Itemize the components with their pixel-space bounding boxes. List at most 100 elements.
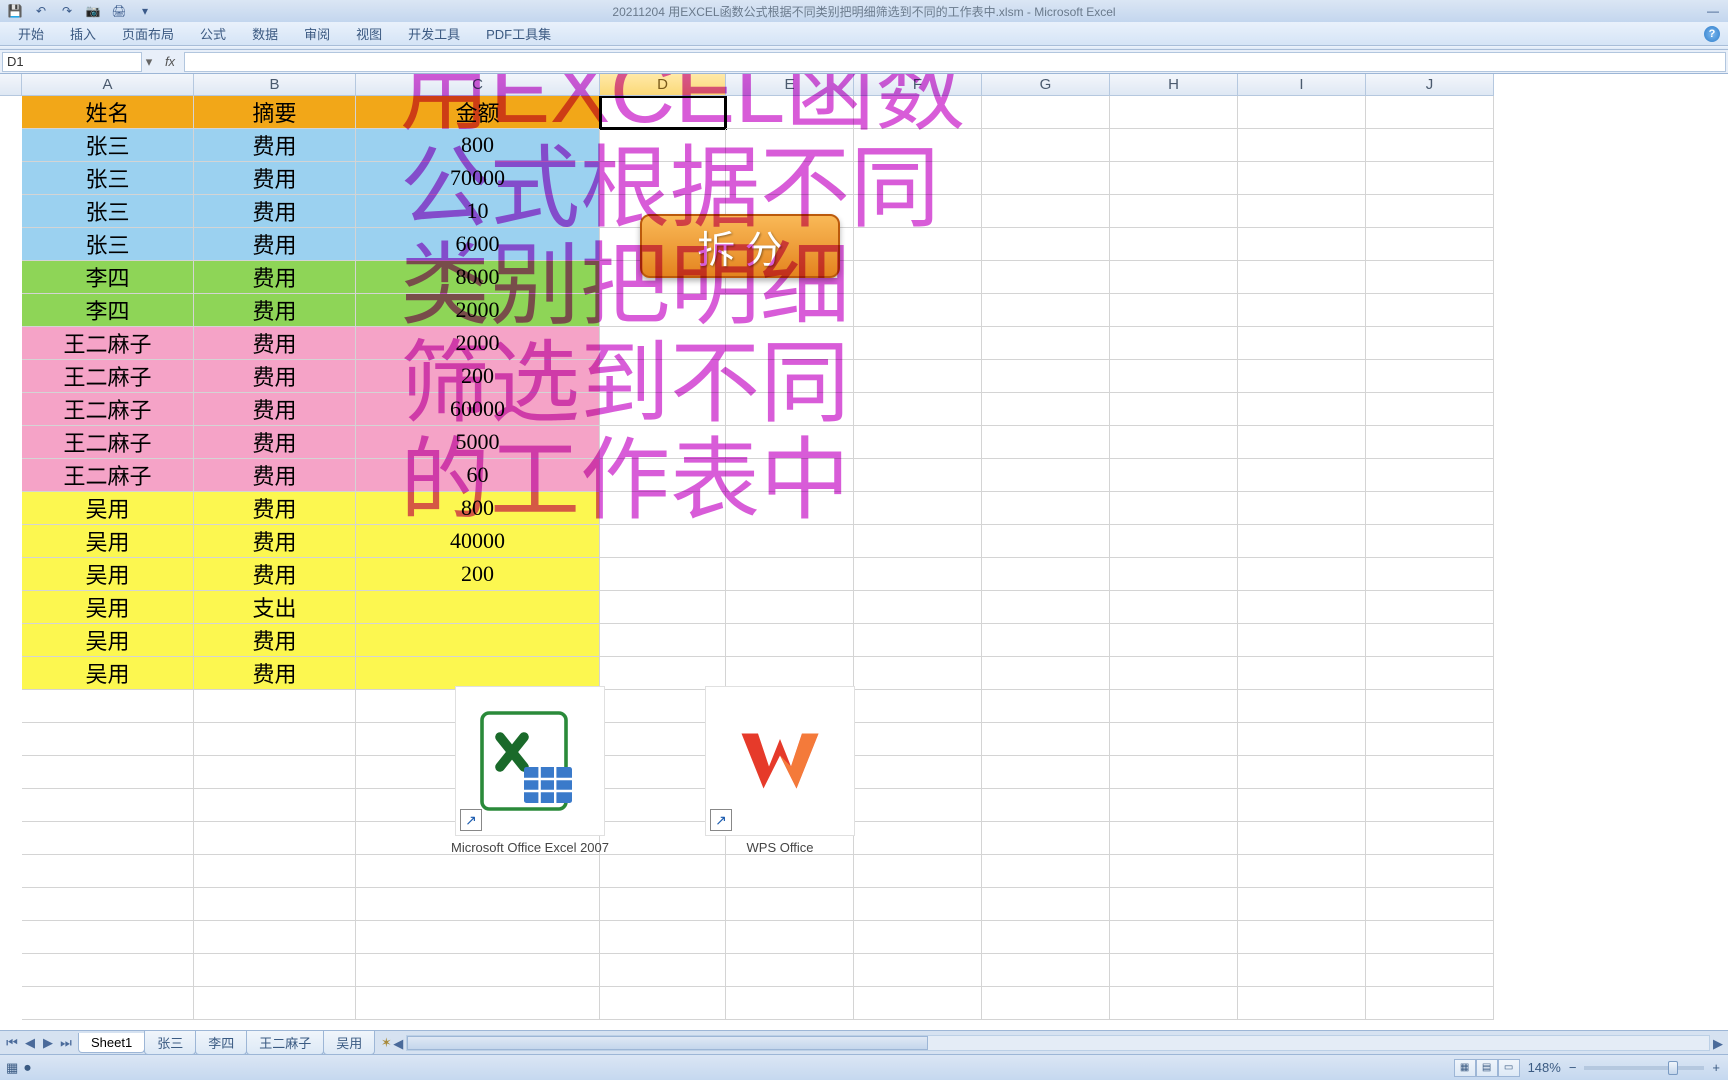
cell[interactable] xyxy=(982,426,1110,459)
cell[interactable] xyxy=(982,723,1110,756)
cell[interactable] xyxy=(982,789,1110,822)
col-header-A[interactable]: A xyxy=(22,74,194,96)
cell[interactable] xyxy=(1238,393,1366,426)
cell[interactable] xyxy=(854,624,982,657)
cell[interactable] xyxy=(600,855,726,888)
cell[interactable] xyxy=(982,459,1110,492)
cell[interactable] xyxy=(854,525,982,558)
cell[interactable] xyxy=(1238,591,1366,624)
cell[interactable] xyxy=(1366,756,1494,789)
cell[interactable] xyxy=(194,888,356,921)
cell[interactable] xyxy=(1366,360,1494,393)
cell[interactable] xyxy=(1238,492,1366,525)
cell[interactable]: 费用 xyxy=(194,624,356,657)
cell[interactable] xyxy=(854,96,982,129)
cell[interactable] xyxy=(1238,987,1366,1020)
cell[interactable]: 吴用 xyxy=(22,624,194,657)
cell[interactable] xyxy=(982,888,1110,921)
cell[interactable] xyxy=(22,987,194,1020)
cell[interactable]: 60000 xyxy=(356,393,600,426)
cell[interactable] xyxy=(1238,162,1366,195)
cell[interactable] xyxy=(22,954,194,987)
cell[interactable] xyxy=(982,195,1110,228)
zoom-thumb[interactable] xyxy=(1668,1061,1678,1075)
cell[interactable] xyxy=(854,492,982,525)
cell[interactable]: 200 xyxy=(356,558,600,591)
cell[interactable] xyxy=(726,591,854,624)
cell[interactable] xyxy=(1110,525,1238,558)
cell[interactable]: 70000 xyxy=(356,162,600,195)
cell[interactable] xyxy=(194,690,356,723)
cell[interactable] xyxy=(1366,591,1494,624)
cell[interactable] xyxy=(1366,228,1494,261)
cell[interactable] xyxy=(726,525,854,558)
cell[interactable]: 王二麻子 xyxy=(22,393,194,426)
cell[interactable] xyxy=(1366,987,1494,1020)
cell[interactable] xyxy=(726,492,854,525)
cell[interactable] xyxy=(1238,294,1366,327)
col-header-E[interactable]: E xyxy=(726,74,854,96)
cell[interactable] xyxy=(194,921,356,954)
tab-first-icon[interactable]: ⏮ xyxy=(4,1035,20,1051)
cell[interactable] xyxy=(1366,393,1494,426)
col-header-F[interactable]: F xyxy=(854,74,982,96)
cell[interactable] xyxy=(726,888,854,921)
cell[interactable] xyxy=(854,591,982,624)
cell[interactable] xyxy=(356,591,600,624)
name-box-dropdown-icon[interactable]: ▾ xyxy=(142,54,156,70)
cell[interactable] xyxy=(600,96,726,129)
help-icon[interactable]: ? xyxy=(1704,26,1720,42)
cell[interactable] xyxy=(1238,558,1366,591)
col-header-G[interactable]: G xyxy=(982,74,1110,96)
cell[interactable] xyxy=(1238,921,1366,954)
cell[interactable] xyxy=(1110,789,1238,822)
cell[interactable] xyxy=(600,525,726,558)
col-header-D[interactable]: D xyxy=(600,74,726,96)
cell[interactable] xyxy=(22,822,194,855)
cell[interactable] xyxy=(726,294,854,327)
cell[interactable]: 吴用 xyxy=(22,492,194,525)
cell[interactable]: 40000 xyxy=(356,525,600,558)
name-box[interactable]: D1 xyxy=(2,52,142,72)
cell[interactable] xyxy=(1110,129,1238,162)
cell[interactable]: 费用 xyxy=(194,492,356,525)
cell[interactable] xyxy=(600,558,726,591)
page-break-view-icon[interactable]: ▭ xyxy=(1498,1059,1520,1077)
sheet-tab-wangermazi[interactable]: 王二麻子 xyxy=(246,1031,324,1055)
cell[interactable]: 李四 xyxy=(22,294,194,327)
cell[interactable]: 吴用 xyxy=(22,591,194,624)
cell[interactable] xyxy=(982,624,1110,657)
select-all-corner[interactable] xyxy=(0,74,22,96)
cell[interactable] xyxy=(1110,558,1238,591)
ribbon-tab-insert[interactable]: 插入 xyxy=(58,21,108,46)
cell[interactable] xyxy=(1238,855,1366,888)
cell[interactable]: 费用 xyxy=(194,162,356,195)
cell[interactable] xyxy=(982,327,1110,360)
cell[interactable] xyxy=(1238,459,1366,492)
undo-icon[interactable]: ↶ xyxy=(30,2,52,20)
cell[interactable]: 张三 xyxy=(22,228,194,261)
cell[interactable] xyxy=(1110,954,1238,987)
cell[interactable] xyxy=(1110,756,1238,789)
cell[interactable]: 费用 xyxy=(194,426,356,459)
cell[interactable] xyxy=(982,393,1110,426)
cell[interactable]: 张三 xyxy=(22,195,194,228)
cell[interactable] xyxy=(1238,822,1366,855)
cell[interactable] xyxy=(1366,294,1494,327)
cell[interactable] xyxy=(600,327,726,360)
cell[interactable] xyxy=(1366,657,1494,690)
cell[interactable] xyxy=(600,294,726,327)
cell[interactable] xyxy=(22,723,194,756)
cell[interactable] xyxy=(982,228,1110,261)
cell[interactable] xyxy=(1238,624,1366,657)
cell[interactable] xyxy=(1110,327,1238,360)
cell[interactable] xyxy=(726,624,854,657)
cell[interactable] xyxy=(854,987,982,1020)
cell[interactable] xyxy=(854,261,982,294)
cell[interactable] xyxy=(1366,162,1494,195)
cell[interactable]: 6000 xyxy=(356,228,600,261)
cell[interactable] xyxy=(1366,855,1494,888)
cell[interactable]: 费用 xyxy=(194,327,356,360)
cell[interactable]: 金额 xyxy=(356,96,600,129)
cell[interactable] xyxy=(356,954,600,987)
